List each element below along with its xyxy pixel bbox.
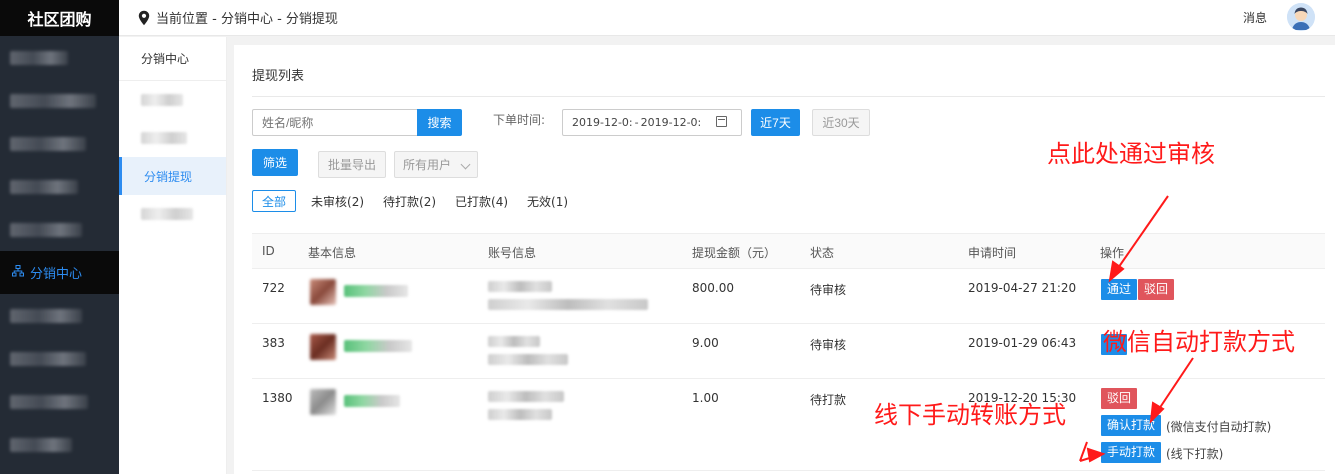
nav-item-blurred-6[interactable] — [0, 294, 119, 337]
nav-item-distribution[interactable]: 分销中心 — [0, 251, 119, 294]
search-button[interactable]: 搜索 — [417, 109, 462, 136]
account-blurred-2 — [488, 354, 568, 365]
chevron-down-icon — [460, 159, 471, 170]
manual-pay-button[interactable]: 手动打款 — [1101, 442, 1162, 463]
nav-item-blurred-7[interactable] — [0, 337, 119, 380]
divider — [252, 96, 1325, 97]
search-input[interactable] — [252, 109, 418, 136]
breadcrumb: 当前位置 - 分销中心 - 分销提现 — [156, 12, 338, 27]
nav-item-blurred-5[interactable] — [0, 208, 119, 251]
sub-item-blurred-1[interactable] — [119, 81, 226, 119]
location-pin-icon — [138, 10, 150, 26]
user-avatar-thumb — [310, 389, 336, 415]
row-id: 722 — [262, 281, 285, 295]
app-logo: 社区团购 — [0, 0, 119, 36]
row-amount: 1.00 — [692, 391, 719, 405]
account-blurred-2 — [488, 299, 648, 310]
nav-item-blurred-4[interactable] — [0, 165, 119, 208]
account-blurred-1 — [488, 391, 564, 402]
col-status: 状态 — [810, 246, 835, 260]
col-amount: 提现金额（元） — [692, 246, 777, 260]
nav-item-blurred-1[interactable] — [0, 36, 119, 79]
user-avatar-thumb — [310, 334, 336, 360]
row-amount: 9.00 — [692, 336, 719, 350]
annotation-offline-hint: 线下手动转账方式 — [874, 401, 1066, 429]
tab-all[interactable]: 全部 — [252, 190, 297, 212]
col-apply-time: 申请时间 — [968, 246, 1017, 260]
main-panel: 提现列表 搜索 下单时间: 2019-12-0: - 2019-12-0: 近7… — [234, 45, 1335, 474]
row-id: 1380 — [262, 391, 293, 405]
date-range-picker[interactable]: 2019-12-0: - 2019-12-0: — [562, 109, 742, 136]
last-7-days-button[interactable]: 近7天 — [751, 109, 800, 136]
col-basic-info: 基本信息 — [308, 246, 357, 260]
calendar-icon — [716, 116, 727, 127]
sitemap-icon — [12, 265, 24, 280]
nav-item-blurred-8[interactable] — [0, 380, 119, 423]
account-blurred-1 — [488, 336, 540, 347]
col-id: ID — [262, 244, 275, 258]
reject-button[interactable]: 驳回 — [1101, 388, 1138, 409]
row-status: 待打款 — [810, 393, 847, 407]
account-blurred-1 — [488, 281, 552, 292]
tab-pending-payment[interactable]: 待打款(2) — [376, 190, 443, 212]
sub-item-blurred-2[interactable] — [119, 119, 226, 157]
row-time: 2019-01-29 06:43 — [968, 336, 1077, 350]
messages-link[interactable]: 消息 — [1243, 9, 1267, 26]
col-account-info: 账号信息 — [488, 246, 537, 260]
user-name-blurred — [344, 285, 408, 297]
table-header: ID 基本信息 账号信息 提现金额（元） 状态 申请时间 操作 — [252, 233, 1325, 269]
nav-item-blurred-3[interactable] — [0, 122, 119, 165]
manual-pay-note: (线下打款) — [1166, 447, 1224, 461]
row-amount: 800.00 — [692, 281, 734, 295]
date-end: 2019-12-0: — [640, 116, 702, 129]
user-name-blurred — [344, 340, 412, 352]
status-tabs: 全部 未审核(2) 待打款(2) 已打款(4) 无效(1) — [252, 190, 580, 212]
table-row: 1380 1.00 待打款 2019-12-20 15:30 驳回 确认打款 (… — [252, 379, 1325, 471]
confirm-pay-button[interactable]: 确认打款 — [1101, 415, 1162, 436]
col-actions: 操作 — [1100, 246, 1125, 260]
approve-button[interactable]: 通过 — [1101, 279, 1138, 300]
page-title: 提现列表 — [252, 69, 305, 84]
user-select-value: 所有用户 — [403, 158, 452, 172]
top-header: 当前位置 - 分销中心 - 分销提现 消息 — [119, 0, 1335, 36]
reject-button[interactable]: 驳回 — [1138, 279, 1175, 300]
subnav-title: 分销中心 — [119, 37, 226, 81]
annotation-wechat-hint: 微信自动打款方式 — [1103, 328, 1295, 356]
user-name-blurred — [344, 395, 400, 407]
sub-item-withdrawal[interactable]: 分销提现 — [119, 157, 226, 195]
avatar[interactable] — [1287, 3, 1315, 31]
annotation-approve-hint: 点此处通过审核 — [1047, 140, 1215, 168]
date-separator: - — [634, 116, 639, 129]
sub-sidebar: 分销中心 分销提现 — [119, 37, 227, 474]
row-id: 383 — [262, 336, 285, 350]
date-start: 2019-12-0: — [572, 116, 633, 129]
tab-invalid[interactable]: 无效(1) — [520, 190, 575, 212]
tab-unreviewed[interactable]: 未审核(2) — [304, 190, 371, 212]
nav-item-label: 分销中心 — [30, 267, 83, 282]
row-status: 待审核 — [810, 283, 847, 297]
user-select[interactable]: 所有用户 — [394, 151, 478, 178]
date-label: 下单时间: — [493, 113, 546, 127]
row-time: 2019-04-27 21:20 — [968, 281, 1077, 295]
last-30-days-button[interactable]: 近30天 — [812, 109, 870, 136]
confirm-pay-note: (微信支付自动打款) — [1166, 420, 1272, 434]
row-status: 待审核 — [810, 338, 847, 352]
nav-item-blurred-2[interactable] — [0, 79, 119, 122]
user-avatar-thumb — [310, 279, 336, 305]
nav-item-blurred-9[interactable] — [0, 423, 119, 466]
filter-button[interactable]: 筛选 — [252, 149, 298, 176]
account-blurred-2 — [488, 409, 552, 420]
tab-paid[interactable]: 已打款(4) — [448, 190, 515, 212]
left-nav: 社区团购 分销中心 — [0, 0, 119, 474]
sub-item-blurred-3[interactable] — [119, 195, 226, 233]
table-row: 722 800.00 待审核 2019-04-27 21:20 通过 驳回 — [252, 269, 1325, 324]
batch-export-button[interactable]: 批量导出 — [318, 151, 386, 178]
